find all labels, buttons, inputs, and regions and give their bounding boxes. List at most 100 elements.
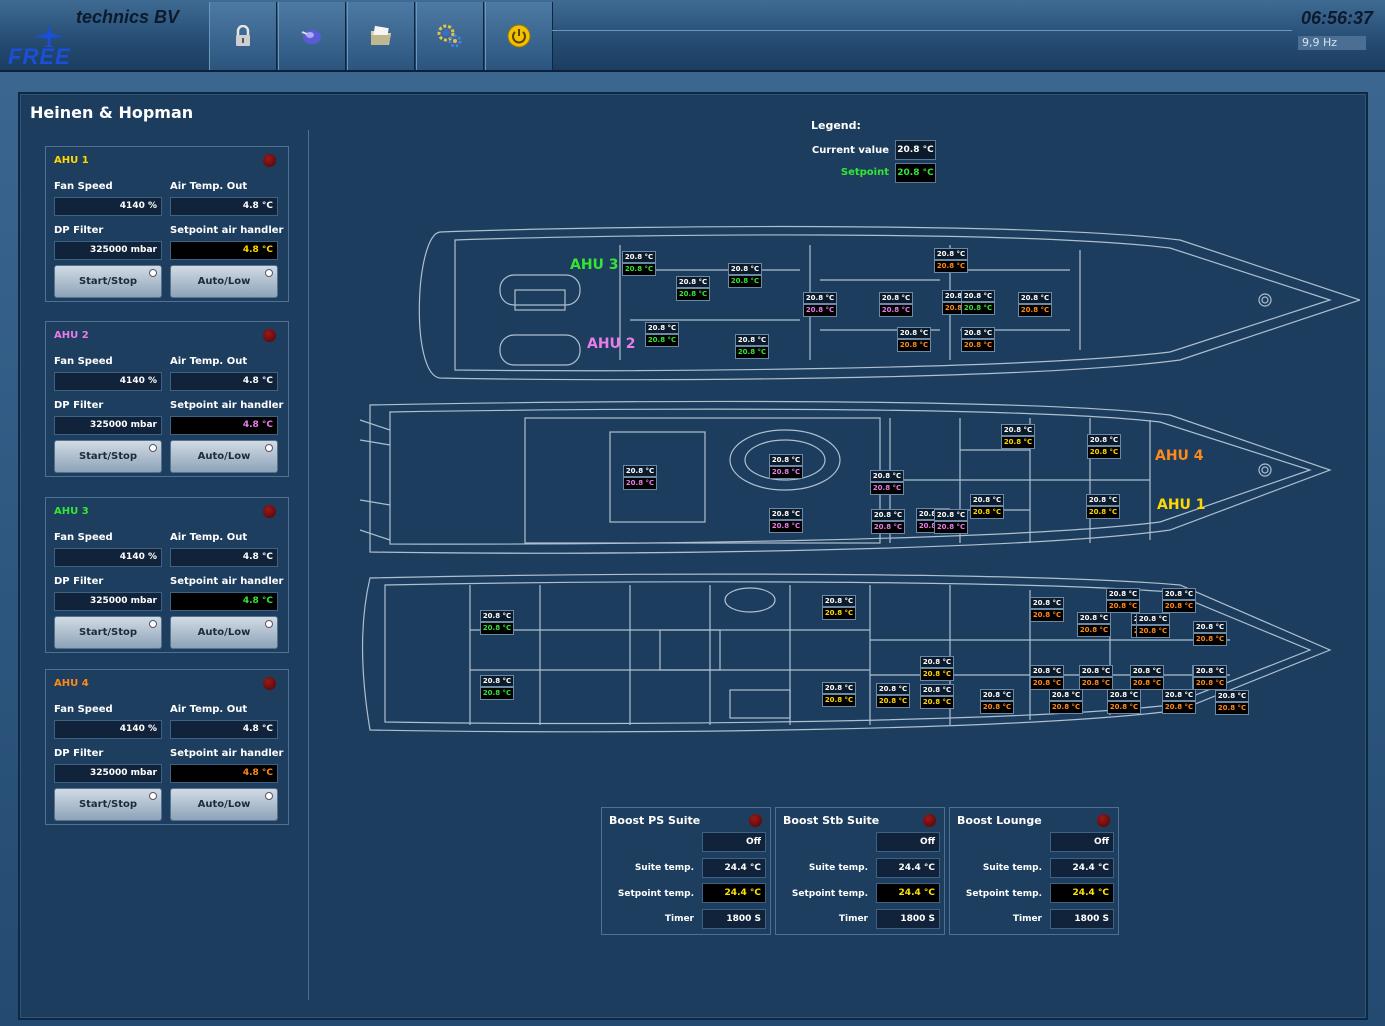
- boost-state-button[interactable]: Off: [1050, 832, 1114, 852]
- room-setpoint-temp: 20.8 °C: [1107, 701, 1141, 714]
- air-temp-out-value: 4.8 °C: [170, 197, 278, 216]
- room-temp-tag[interactable]: 20.8 °C 20.8 °C: [623, 465, 657, 490]
- room-temp-tag[interactable]: 20.8 °C 20.8 °C: [871, 509, 905, 534]
- room-temp-tag[interactable]: 20.8 °C 20.8 °C: [1162, 588, 1196, 613]
- clock: 06:56:37: [1300, 8, 1373, 28]
- power-button[interactable]: [485, 2, 553, 70]
- room-temp-tag[interactable]: 20.8 °C 20.8 °C: [1106, 588, 1140, 613]
- room-temp-tag[interactable]: 20.8 °C 20.8 °C: [1049, 689, 1083, 714]
- room-temp-tag[interactable]: 20.8 °C 20.8 °C: [1077, 612, 1111, 637]
- room-setpoint-temp: 20.8 °C: [876, 695, 910, 708]
- room-current-temp: 20.8 °C: [1215, 690, 1249, 702]
- room-temp-tag[interactable]: 20.8 °C 20.8 °C: [1136, 613, 1170, 638]
- room-temp-tag[interactable]: 20.8 °C 20.8 °C: [970, 494, 1004, 519]
- setpoint-temp-value[interactable]: 24.4 °C: [702, 883, 766, 903]
- room-temp-tag[interactable]: 20.8 °C 20.8 °C: [1030, 597, 1064, 622]
- room-temp-tag[interactable]: 20.8 °C 20.8 °C: [1086, 494, 1120, 519]
- setpoint-air-handler-value[interactable]: 4.8 °C: [170, 241, 278, 260]
- room-temp-tag[interactable]: 20.8 °C 20.8 °C: [961, 327, 995, 352]
- room-temp-tag[interactable]: 20.8 °C 20.8 °C: [1018, 292, 1052, 317]
- folder-button[interactable]: [347, 2, 415, 70]
- room-setpoint-temp: 20.8 °C: [870, 482, 904, 495]
- ahu-panel-2: AHU 2 Fan Speed Air Temp. Out 4140 % 4.8…: [45, 321, 289, 477]
- room-temp-tag[interactable]: 20.8 °C 20.8 °C: [622, 251, 656, 276]
- room-temp-tag[interactable]: 20.8 °C 20.8 °C: [876, 683, 910, 708]
- auto-low-button[interactable]: Auto/Low: [170, 440, 278, 473]
- room-current-temp: 20.8 °C: [876, 683, 910, 695]
- start-stop-button[interactable]: Start/Stop: [54, 616, 162, 649]
- lock-button[interactable]: [209, 2, 277, 70]
- auto-low-button[interactable]: Auto/Low: [170, 265, 278, 298]
- room-setpoint-temp: 20.8 °C: [1086, 506, 1120, 519]
- fan-speed-label: Fan Speed: [54, 704, 113, 715]
- room-current-temp: 20.8 °C: [803, 292, 837, 304]
- room-temp-tag[interactable]: 20.8 °C 20.8 °C: [1130, 665, 1164, 690]
- air-temp-out-label: Air Temp. Out: [170, 704, 248, 715]
- room-current-temp: 20.8 °C: [934, 509, 968, 521]
- setpoint-temp-value[interactable]: 24.4 °C: [1050, 883, 1114, 903]
- room-temp-tag[interactable]: 20.8 °C 20.8 °C: [735, 334, 769, 359]
- room-current-temp: 20.8 °C: [1077, 612, 1111, 624]
- room-temp-tag[interactable]: 20.8 °C 20.8 °C: [645, 322, 679, 347]
- room-setpoint-temp: 20.8 °C: [897, 339, 931, 352]
- room-temp-tag[interactable]: 20.8 °C 20.8 °C: [769, 508, 803, 533]
- start-stop-button[interactable]: Start/Stop: [54, 440, 162, 473]
- room-temp-tag[interactable]: 20.8 °C 20.8 °C: [769, 454, 803, 479]
- status-led: [749, 814, 762, 827]
- room-temp-tag[interactable]: 20.8 °C 20.8 °C: [822, 595, 856, 620]
- start-stop-button[interactable]: Start/Stop: [54, 788, 162, 821]
- fan-speed-label: Fan Speed: [54, 181, 113, 192]
- room-current-temp: 20.8 °C: [1018, 292, 1052, 304]
- room-temp-tag[interactable]: 20.8 °C 20.8 °C: [961, 290, 995, 315]
- suite-temp-value: 24.4 °C: [876, 858, 940, 878]
- room-temp-tag[interactable]: 20.8 °C 20.8 °C: [1087, 434, 1121, 459]
- suite-temp-label: Suite temp.: [982, 863, 1042, 873]
- room-current-temp: 20.8 °C: [645, 322, 679, 334]
- room-temp-tag[interactable]: 20.8 °C 20.8 °C: [920, 656, 954, 681]
- setpoint-air-handler-value[interactable]: 4.8 °C: [170, 592, 278, 611]
- setpoint-air-handler-value[interactable]: 4.8 °C: [170, 416, 278, 435]
- room-temp-tag[interactable]: 20.8 °C 20.8 °C: [1193, 621, 1227, 646]
- room-temp-tag[interactable]: 20.8 °C 20.8 °C: [822, 682, 856, 707]
- room-temp-tag[interactable]: 20.8 °C 20.8 °C: [803, 292, 837, 317]
- room-temp-tag[interactable]: 20.8 °C 20.8 °C: [897, 327, 931, 352]
- room-temp-tag[interactable]: 20.8 °C 20.8 °C: [1215, 690, 1249, 715]
- room-temp-tag[interactable]: 20.8 °C 20.8 °C: [728, 263, 762, 288]
- room-temp-tag[interactable]: 20.8 °C 20.8 °C: [1079, 665, 1113, 690]
- room-current-temp: 20.8 °C: [480, 610, 514, 622]
- boost-state-button[interactable]: Off: [702, 832, 766, 852]
- room-temp-tag[interactable]: 20.8 °C 20.8 °C: [1107, 689, 1141, 714]
- room-temp-tag[interactable]: 20.8 °C 20.8 °C: [1030, 665, 1064, 690]
- settings-button[interactable]: [416, 2, 484, 70]
- room-temp-tag[interactable]: 20.8 °C 20.8 °C: [920, 684, 954, 709]
- room-setpoint-temp: 20.8 °C: [728, 275, 762, 288]
- setpoint-air-handler-value[interactable]: 4.8 °C: [170, 764, 278, 783]
- room-temp-tag[interactable]: 20.8 °C 20.8 °C: [934, 248, 968, 273]
- room-temp-tag[interactable]: 20.8 °C 20.8 °C: [480, 610, 514, 635]
- setpoint-temp-label: Setpoint temp.: [791, 889, 868, 899]
- dp-filter-value: 325000 mbar: [54, 241, 162, 260]
- room-temp-tag[interactable]: 20.8 °C 20.8 °C: [1193, 665, 1227, 690]
- room-current-temp: 20.8 °C: [622, 251, 656, 263]
- auto-low-button[interactable]: Auto/Low: [170, 616, 278, 649]
- room-current-temp: 20.8 °C: [1193, 621, 1227, 633]
- room-temp-tag[interactable]: 20.8 °C 20.8 °C: [934, 509, 968, 534]
- setpoint-temp-value[interactable]: 24.4 °C: [876, 883, 940, 903]
- room-temp-tag[interactable]: 20.8 °C 20.8 °C: [1162, 689, 1196, 714]
- auto-low-button[interactable]: Auto/Low: [170, 788, 278, 821]
- room-current-temp: 20.8 °C: [1193, 665, 1227, 677]
- room-temp-tag[interactable]: 20.8 °C 20.8 °C: [676, 276, 710, 301]
- room-temp-tag[interactable]: 20.8 °C 20.8 °C: [1001, 424, 1035, 449]
- room-temp-tag[interactable]: 20.8 °C 20.8 °C: [980, 689, 1014, 714]
- room-temp-tag[interactable]: 20.8 °C 20.8 °C: [870, 470, 904, 495]
- start-stop-label: Start/Stop: [78, 451, 138, 462]
- room-temp-tag[interactable]: 20.8 °C 20.8 °C: [480, 675, 514, 700]
- room-setpoint-temp: 20.8 °C: [1018, 304, 1052, 317]
- timer-value: 1800 S: [1050, 909, 1114, 929]
- room-current-temp: 20.8 °C: [623, 465, 657, 477]
- boost-state-button[interactable]: Off: [876, 832, 940, 852]
- globe-button[interactable]: [278, 2, 346, 70]
- start-stop-button[interactable]: Start/Stop: [54, 265, 162, 298]
- room-current-temp: 20.8 °C: [1106, 588, 1140, 600]
- room-temp-tag[interactable]: 20.8 °C 20.8 °C: [879, 292, 913, 317]
